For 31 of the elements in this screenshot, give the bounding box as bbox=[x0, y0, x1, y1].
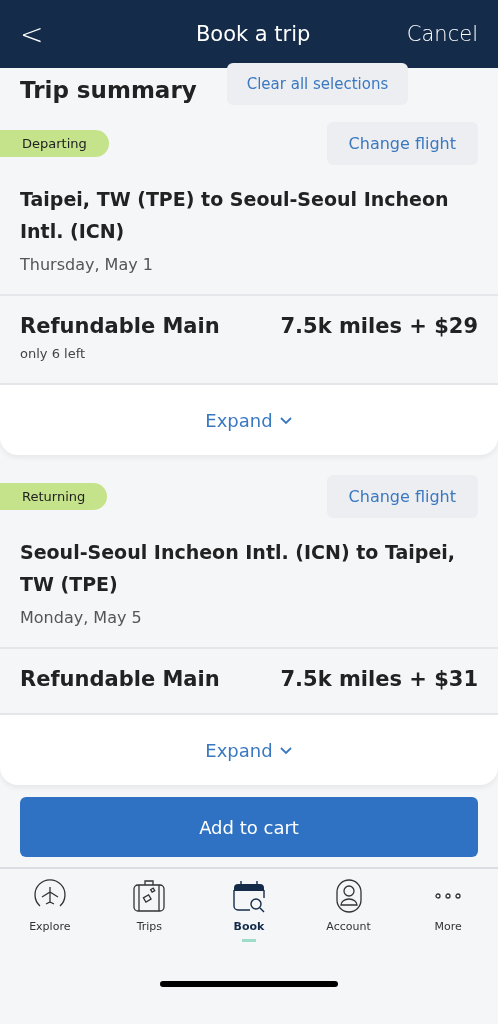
nav-tab[interactable]: Trips bbox=[99, 877, 200, 943]
change-flight-button[interactable]: Change flight bbox=[326, 122, 478, 165]
cancel-button[interactable]: Cancel bbox=[406, 22, 478, 46]
fare-price: 7.5k miles + $29 bbox=[280, 314, 478, 338]
chevron-down-icon bbox=[278, 745, 293, 755]
fare-name: Refundable Main bbox=[20, 667, 220, 691]
nav-tab[interactable]: Explore bbox=[0, 877, 100, 943]
change-flight-button[interactable]: Change flight bbox=[326, 475, 478, 518]
route-text: Taipei, TW (TPE) to Seoul-Seoul Incheon Intl. (ICN) bbox=[20, 187, 450, 244]
nav-tab[interactable]: Account bbox=[298, 877, 399, 943]
suitcase-icon bbox=[131, 878, 168, 914]
nav-tab[interactable]: More bbox=[398, 877, 498, 943]
page-title: Book a trip bbox=[195, 22, 311, 46]
back-button[interactable]: < bbox=[14, 17, 50, 51]
route-text: Seoul-Seoul Incheon Intl. (ICN) to Taipei, TW (TPE) bbox=[20, 540, 457, 597]
chevron-down-icon bbox=[278, 415, 293, 425]
expand-button[interactable]: Expand bbox=[199, 408, 299, 432]
nav-tab[interactable]: Book bbox=[199, 877, 299, 943]
section-title: Trip summary bbox=[20, 77, 197, 103]
fare-name: Refundable Main bbox=[20, 314, 220, 338]
flight-date: Thursday, May 1 bbox=[20, 255, 154, 274]
flight-date: Monday, May 5 bbox=[20, 608, 143, 627]
fare-price: 7.5k miles + $31 bbox=[280, 667, 478, 691]
clear-selections-button[interactable]: Clear all selections bbox=[226, 63, 409, 105]
seats-left-note: only 6 left bbox=[20, 346, 87, 361]
more-icon bbox=[435, 893, 462, 899]
add-to-cart-button[interactable]: Add to cart bbox=[20, 797, 478, 857]
calendar-search-icon bbox=[231, 878, 267, 914]
trip-badge: Returning bbox=[0, 483, 108, 510]
expand-button[interactable]: Expand bbox=[199, 738, 299, 762]
trip-badge: Departing bbox=[0, 130, 109, 157]
